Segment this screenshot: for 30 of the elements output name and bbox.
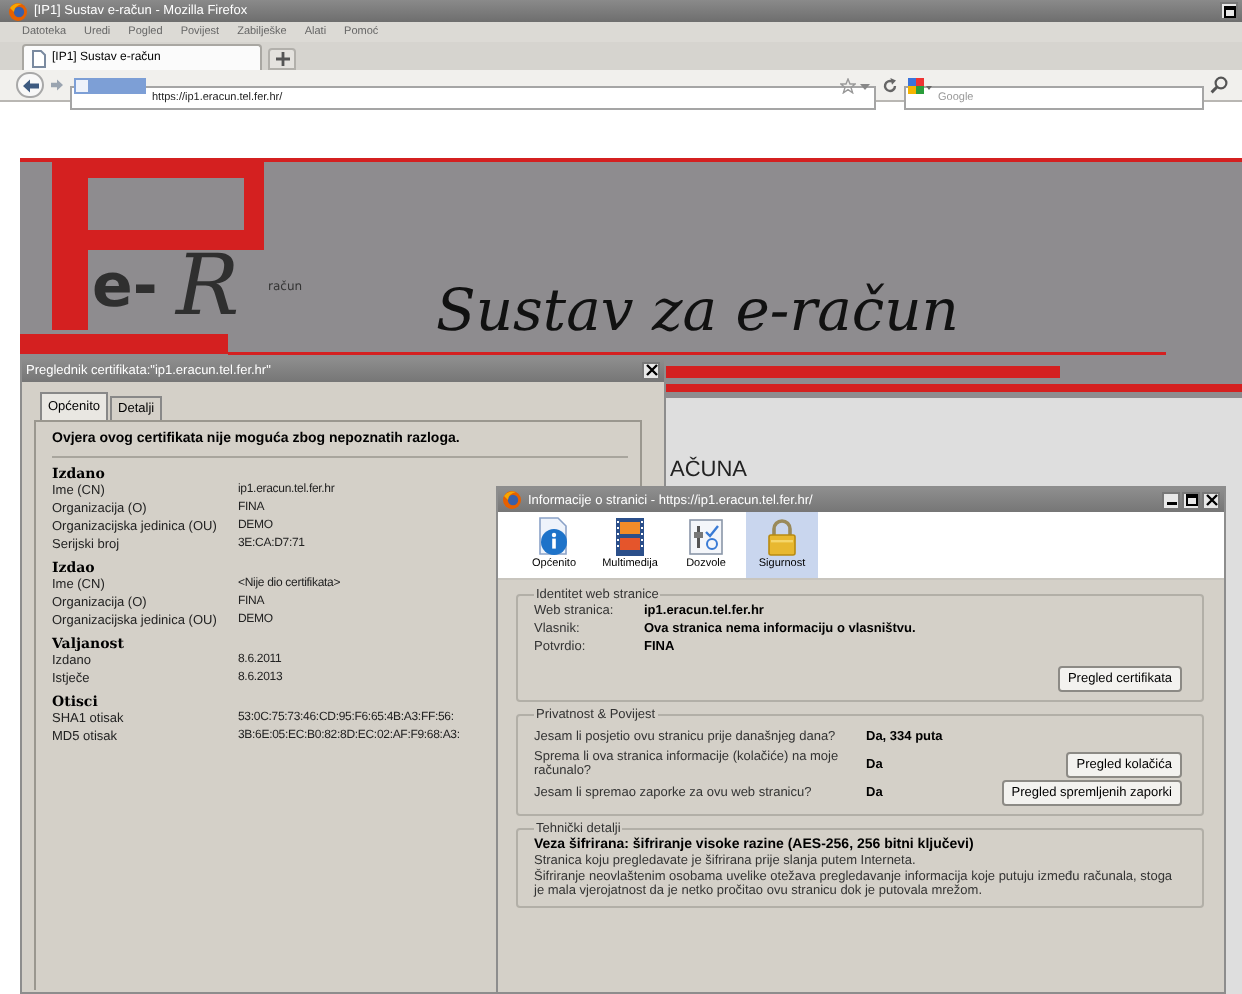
- plus-icon: [275, 52, 289, 66]
- firefox-icon: [502, 490, 522, 510]
- search-icon: [1210, 76, 1228, 94]
- maximize-icon: [1185, 494, 1197, 506]
- site-heading: Sustav za e-račun: [436, 276, 959, 344]
- site-identity-icon: [74, 77, 146, 93]
- search-engine-icon: [908, 77, 932, 95]
- logo-text: R: [176, 236, 240, 334]
- caret-icon: [860, 83, 870, 89]
- back-arrow-icon: [21, 77, 39, 93]
- close-button[interactable]: [1202, 491, 1220, 509]
- back-button[interactable]: [16, 72, 44, 98]
- close-button[interactable]: [642, 361, 660, 379]
- page-icon: [32, 49, 46, 67]
- search-button[interactable]: [1208, 73, 1230, 97]
- firefox-icon: [8, 1, 28, 21]
- reload-button[interactable]: [880, 73, 900, 97]
- logo-text: e-: [92, 252, 158, 322]
- star-icon: [840, 77, 856, 93]
- close-icon: [1205, 494, 1217, 506]
- minimize-button[interactable]: [1162, 491, 1180, 509]
- restore-button[interactable]: [1220, 2, 1238, 20]
- section-heading: AČUNA: [670, 458, 748, 482]
- lock-icon: [762, 516, 802, 556]
- close-icon: [645, 364, 657, 376]
- new-tab-button[interactable]: [268, 48, 296, 70]
- maximize-button[interactable]: [1182, 491, 1200, 509]
- restore-icon: [1223, 5, 1235, 17]
- forward-arrow-icon: [50, 78, 64, 92]
- reload-icon: [882, 77, 898, 93]
